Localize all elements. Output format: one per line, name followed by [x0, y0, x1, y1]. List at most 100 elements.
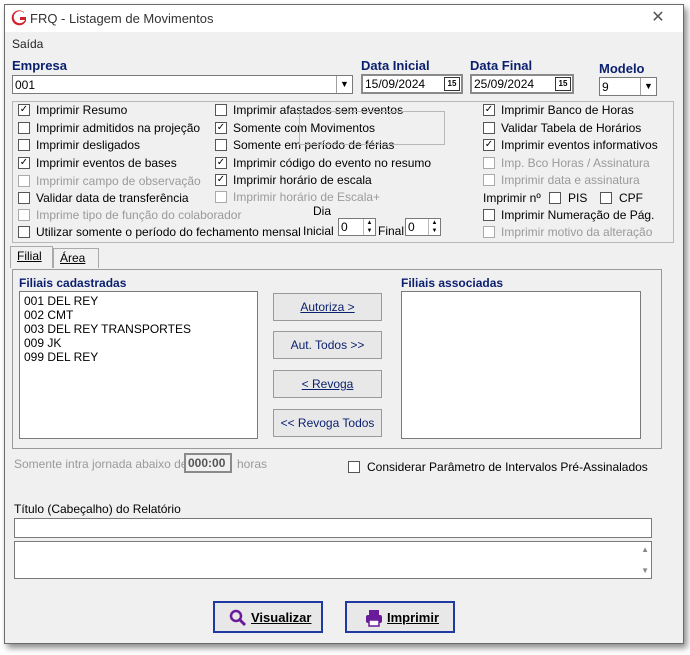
imprimir-eventos-bases-checkbox[interactable]: ✓ — [18, 157, 30, 169]
validar-tabela-horarios-checkbox[interactable] — [483, 122, 495, 134]
imprimir-campo-obs-label: Imprimir campo de observação — [36, 174, 201, 188]
list-item[interactable]: 001 DEL REY — [24, 294, 98, 308]
data-final-label: Data Final — [470, 58, 533, 73]
chevron-down-icon[interactable]: ▼ — [640, 78, 656, 95]
intrajornada-unit: horas — [237, 457, 268, 471]
empresa-value: 001 — [15, 78, 36, 92]
imprimir-eventos-bases-label: Imprimir eventos de bases — [36, 156, 177, 170]
imprimir-resumo-checkbox[interactable]: ✓ — [18, 104, 30, 116]
aut-todos-label: Aut. Todos >> — [290, 338, 365, 352]
filiais-associadas-list[interactable] — [401, 291, 641, 439]
revoga-button[interactable]: < Revoga — [273, 370, 382, 398]
modelo-select[interactable]: 9 ▼ — [599, 77, 657, 96]
titulo-label: Título (Cabeçalho) do Relatório — [14, 502, 181, 516]
imprimir-data-assinatura-checkbox — [483, 174, 495, 186]
tab-area-label: Área — [60, 251, 86, 265]
dia-final-value: 0 — [408, 220, 415, 234]
imprimir-motivo-label: Imprimir motivo da alteração — [501, 225, 653, 239]
imprimir-horario-escala-plus-label: Imprimir horário de Escala+ — [233, 190, 381, 204]
imprimir-horario-escala-checkbox[interactable]: ✓ — [215, 174, 227, 186]
imprimir-numeracao-checkbox[interactable] — [483, 209, 495, 221]
menu-bar: Saída — [5, 32, 683, 52]
data-final-field[interactable]: 25/09/2024 15 — [470, 74, 574, 94]
filiais-associadas-label: Filiais associadas — [401, 276, 504, 290]
window-title: FRQ - Listagem de Movimentos — [30, 11, 214, 26]
validar-data-transf-checkbox[interactable] — [18, 192, 30, 204]
empresa-select[interactable]: 001 ▼ — [12, 75, 353, 94]
somente-movimentos-checkbox[interactable]: ✓ — [215, 122, 227, 134]
intrajornada-field[interactable]: 000:00 — [184, 453, 232, 473]
considerar-checkbox[interactable] — [348, 461, 360, 473]
imprimir-desligados-checkbox[interactable] — [18, 139, 30, 151]
imprime-tipo-funcao-checkbox — [18, 209, 30, 221]
data-final-value: 25/09/2024 — [474, 77, 535, 91]
imprimir-button[interactable]: Imprimir — [345, 601, 455, 633]
spinner-arrows-icon[interactable]: ▲ ▼ — [363, 219, 375, 235]
imprimir-admitidos-checkbox[interactable] — [18, 122, 30, 134]
imprimir-resumo-label: Imprimir Resumo — [36, 103, 128, 117]
visualizar-button[interactable]: Visualizar — [213, 601, 323, 633]
autoriza-button[interactable]: Autoriza > — [273, 293, 382, 321]
listagem-movimentos-window: FRQ - Listagem de Movimentos ✕ Saída Emp… — [4, 4, 684, 644]
calendar-icon[interactable]: 15 — [444, 77, 460, 91]
magnifier-icon — [229, 609, 247, 627]
autoriza-label: Autoriza > — [300, 300, 355, 314]
list-item[interactable]: 002 CMT — [24, 308, 73, 322]
pis-checkbox[interactable] — [549, 192, 561, 204]
dia-final-label: Final — [378, 224, 405, 238]
tab-filial-label: Filial — [17, 249, 42, 263]
scroll-down-icon[interactable]: ▼ — [641, 566, 649, 575]
imp-bco-horas-assinatura-checkbox — [483, 157, 495, 169]
imprimir-campo-obs-checkbox — [18, 175, 30, 187]
imprimir-banco-horas-checkbox[interactable]: ✓ — [483, 104, 495, 116]
tab-filial[interactable]: Filial — [10, 246, 53, 268]
revoga-todos-button[interactable]: << Revoga Todos — [273, 409, 382, 437]
chevron-down-icon[interactable]: ▼ — [336, 76, 352, 93]
imprimir-banco-horas-label: Imprimir Banco de Horas — [501, 103, 634, 117]
revoga-label: < Revoga — [301, 377, 354, 391]
titulo-input[interactable] — [14, 518, 652, 538]
scroll-up-icon[interactable]: ▲ — [641, 545, 649, 554]
calendar-icon[interactable]: 15 — [555, 77, 571, 91]
title-bar: FRQ - Listagem de Movimentos ✕ — [5, 5, 683, 32]
imprimir-eventos-informativos-checkbox[interactable]: ✓ — [483, 139, 495, 151]
imprimir-afastados-checkbox[interactable] — [215, 104, 227, 116]
utilizar-periodo-checkbox[interactable] — [18, 226, 30, 238]
revoga-todos-label: << Revoga Todos — [280, 416, 375, 430]
data-inicial-field[interactable]: 15/09/2024 15 — [361, 74, 463, 94]
list-item[interactable]: 003 DEL REY TRANSPORTES — [24, 322, 191, 336]
imprimir-horario-escala-plus-checkbox — [215, 191, 227, 203]
cpf-checkbox[interactable] — [600, 192, 612, 204]
validar-tabela-horarios-label: Validar Tabela de Horários — [501, 121, 642, 135]
imprimir-horario-escala-label: Imprimir horário de escala — [233, 173, 372, 187]
data-inicial-value: 15/09/2024 — [365, 77, 426, 91]
aut-todos-button[interactable]: Aut. Todos >> — [273, 331, 382, 359]
spinner-arrows-icon[interactable]: ▲ ▼ — [428, 219, 440, 235]
dia-final-spinner[interactable]: 0 ▲ ▼ — [405, 218, 441, 236]
utilizar-periodo-label: Utilizar somente o período do fechamento… — [36, 225, 301, 239]
close-icon: ✕ — [651, 9, 665, 26]
imprimir-codigo-evento-checkbox[interactable]: ✓ — [215, 157, 227, 169]
list-item[interactable]: 099 DEL REY — [24, 350, 98, 364]
dia-inicial-label: Inicial — [303, 224, 334, 238]
pis-label: PIS — [568, 191, 588, 205]
imp-bco-horas-assinatura-label: Imp. Bco Horas / Assinatura — [501, 156, 650, 170]
filiais-cadastradas-label: Filiais cadastradas — [19, 276, 127, 290]
list-item[interactable]: 009 JK — [24, 336, 61, 350]
considerar-label: Considerar Parâmetro de Intervalos Pré-A… — [367, 460, 648, 474]
tab-area[interactable]: Área — [53, 248, 99, 268]
filiais-cadastradas-list[interactable]: 001 DEL REY 002 CMT 003 DEL REY TRANSPOR… — [19, 291, 258, 439]
close-button[interactable]: ✕ — [649, 9, 667, 27]
dia-inicial-spinner[interactable]: 0 ▲ ▼ — [338, 218, 376, 236]
titulo-textarea[interactable]: ▲ ▼ — [14, 541, 652, 579]
imprimir-desligados-label: Imprimir desligados — [36, 138, 141, 152]
somente-ferias-checkbox[interactable] — [215, 139, 227, 151]
menu-saida[interactable]: Saída — [12, 37, 43, 51]
imprimir-label: Imprimir — [387, 610, 440, 625]
imprimir-n-label: Imprimir nº — [483, 191, 541, 205]
imprimir-motivo-checkbox — [483, 226, 495, 238]
data-inicial-label: Data Inicial — [361, 58, 430, 73]
dia-inicial-value: 0 — [341, 220, 348, 234]
visualizar-label: Visualizar — [251, 610, 312, 625]
imprimir-codigo-evento-label: Imprimir código do evento no resumo — [233, 156, 432, 170]
